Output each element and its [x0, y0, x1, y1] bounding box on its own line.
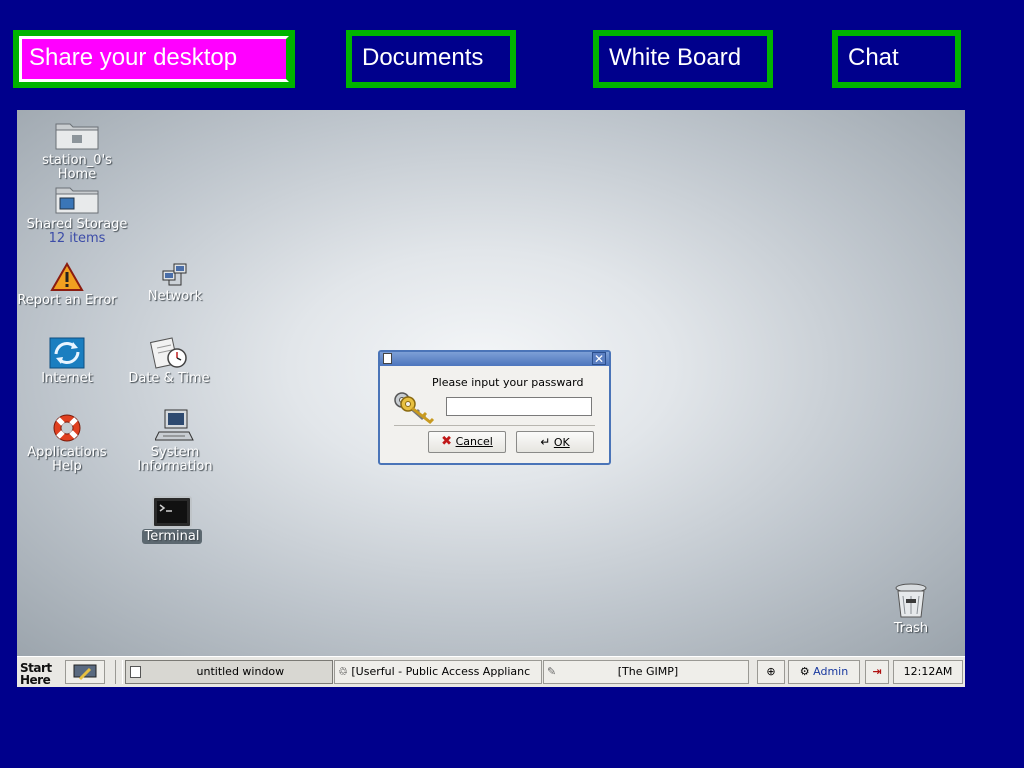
logout-icon: ⇥ [872, 665, 882, 678]
admin-label: Admin [813, 665, 849, 678]
password-input[interactable] [446, 397, 592, 416]
show-desktop-icon [73, 664, 97, 681]
gimp-icon: ✎ [547, 665, 557, 678]
date-time-item[interactable]: Date & Time [119, 336, 219, 386]
logout-button[interactable]: ⇥ [865, 660, 889, 684]
date-time-label: Date & Time [128, 371, 210, 386]
terminal-item[interactable]: Terminal [132, 496, 212, 544]
applications-help-label-2: Help [52, 459, 82, 474]
system-information-label-2: Information [137, 459, 213, 474]
task-label-2: [The GIMP] [617, 665, 679, 678]
network-icon [162, 263, 187, 286]
report-error-item[interactable]: Report an Error [17, 262, 127, 308]
home-folder-icon-item[interactable]: station_0's Home [27, 118, 127, 182]
home-folder-icon [55, 123, 99, 150]
cancel-button[interactable]: ✖ Cancel [428, 431, 506, 453]
show-desktop-button[interactable] [65, 660, 105, 684]
report-error-label: Report an Error [17, 293, 117, 308]
internet-label: Internet [41, 371, 93, 386]
shared-items-count: 12 items [48, 231, 106, 246]
system-information-item[interactable]: System Information [125, 408, 225, 474]
task-window-icon [130, 666, 141, 678]
task-userful[interactable]: ♲ [Userful - Public Access Applianc [334, 660, 542, 684]
internet-icon [49, 337, 85, 369]
trash-icon [895, 583, 927, 618]
admin-icon: ⚙ [799, 665, 810, 678]
task-gimp[interactable]: ✎ [The GIMP] [543, 660, 749, 684]
password-dialog: ✕ Please input your passward ✖ Cancel ↵ … [378, 350, 611, 465]
ok-label: OK [553, 436, 570, 449]
applications-help-label-1: Applications [27, 445, 107, 460]
home-label-1: station_0's [42, 153, 112, 168]
start-here-label: Start Here [20, 662, 52, 686]
share-desktop-label: Share your desktop [29, 44, 238, 71]
applications-help-item[interactable]: Applications Help [17, 412, 117, 474]
warning-icon [50, 262, 84, 291]
ok-button[interactable]: ↵ OK [516, 431, 594, 453]
password-prompt: Please input your passward [432, 376, 584, 389]
terminal-icon [152, 496, 192, 528]
window-icon [383, 353, 392, 364]
dialog-separator [394, 425, 595, 426]
whiteboard-button[interactable]: White Board [593, 30, 773, 88]
desktop-area[interactable]: station_0's Home Shared Storage 12 items… [17, 110, 965, 656]
network-label: Network [147, 289, 203, 304]
task-label-0: untitled window [196, 665, 285, 678]
lifebuoy-icon [53, 414, 81, 442]
shared-label-1: Shared Storage [26, 217, 128, 232]
documents-button[interactable]: Documents [346, 30, 516, 88]
keys-icon [394, 392, 435, 424]
taskbar: Start Here untitled window ♲ [Userful - … [17, 656, 965, 687]
admin-button[interactable]: ⚙ Admin [788, 660, 860, 684]
shared-storage-item[interactable]: Shared Storage 12 items [17, 184, 137, 246]
start-label-2: Here [20, 673, 51, 687]
close-icon[interactable]: ✕ [592, 352, 606, 366]
documents-label: Documents [362, 44, 484, 71]
whiteboard-label: White Board [609, 44, 742, 71]
network-item[interactable]: Network [135, 262, 215, 304]
cancel-label: Cancel [455, 435, 493, 448]
cancel-x-icon: ✖ [441, 434, 453, 449]
dialog-titlebar[interactable]: ✕ [380, 352, 609, 366]
system-information-label-1: System [150, 445, 200, 460]
tray-network-button[interactable]: ⊕ [757, 660, 785, 684]
home-label-2: Home [57, 167, 97, 182]
task-untitled-window[interactable]: untitled window [125, 660, 333, 684]
computer-icon [155, 409, 194, 441]
terminal-label: Terminal [141, 529, 203, 544]
calendar-clock-icon [149, 337, 187, 369]
trash-item[interactable]: Trash [879, 582, 943, 636]
clock-label: 12:12AM [903, 665, 953, 678]
taskbar-divider [115, 660, 123, 684]
userful-app-icon: ♲ [338, 665, 348, 678]
shared-folder-icon [55, 187, 99, 214]
ok-arrow-icon: ↵ [540, 435, 551, 449]
internet-item[interactable]: Internet [27, 336, 107, 386]
trash-label: Trash [893, 621, 929, 636]
clock[interactable]: 12:12AM [893, 660, 963, 684]
chat-button[interactable]: Chat [832, 30, 961, 88]
task-label-1: [Userful - Public Access Applianc [351, 665, 531, 678]
start-here-button[interactable]: Start Here [17, 660, 57, 686]
chat-label: Chat [848, 44, 899, 71]
network-tray-icon: ⊕ [766, 665, 776, 678]
share-desktop-button[interactable]: Share your desktop [13, 30, 295, 88]
